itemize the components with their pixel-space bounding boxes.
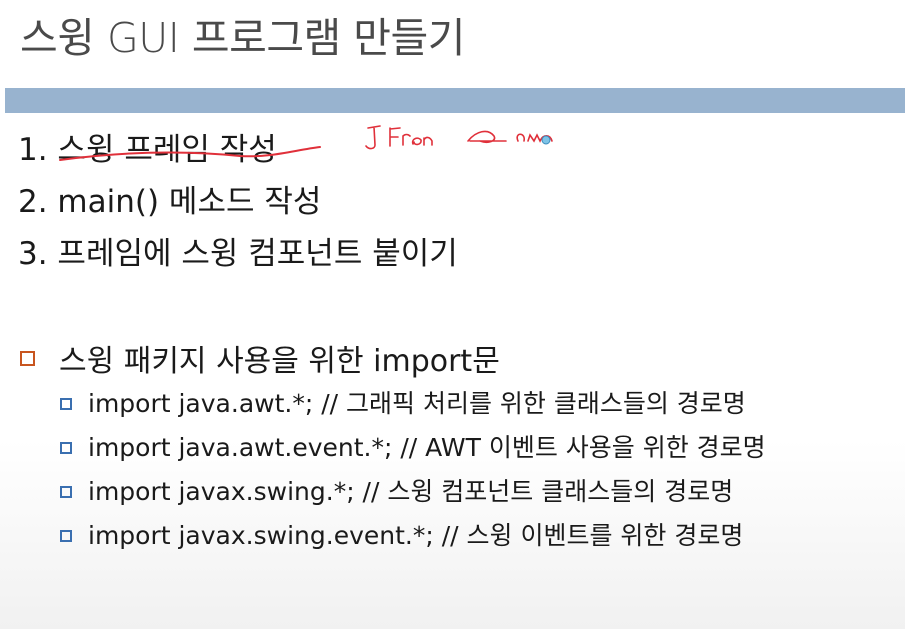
pointer-cursor-dot [541, 135, 551, 145]
step-item: 3. 프레임에 스윙 컴포넌트 붙이기 [18, 236, 458, 272]
list-item: import java.awt.*; // 그래픽 처리를 위한 클래스들의 경… [60, 382, 766, 426]
annotation-arrow [467, 130, 507, 143]
import-line: import java.awt.event.*; // AWT 이벤트 사용을 … [88, 433, 766, 462]
import-line: import javax.swing.event.*; // 스윙 이벤트를 위… [88, 521, 744, 550]
list-item: import java.awt.event.*; // AWT 이벤트 사용을 … [60, 426, 766, 470]
import-line: import java.awt.*; // 그래픽 처리를 위한 클래스들의 경… [88, 389, 746, 418]
import-line: import javax.swing.*; // 스윙 컴포넌트 클래스들의 경… [88, 477, 734, 506]
square-bullet-icon [60, 398, 72, 410]
slide-title: 스윙 GUI 프로그램 만들기 [20, 14, 465, 62]
import-bullet-text: 스윙 패키지 사용을 위한 import문 [59, 344, 500, 379]
square-bullet-icon [60, 530, 72, 542]
list-item: import javax.swing.*; // 스윙 컴포넌트 클래스들의 경… [60, 470, 766, 514]
annotation-scribble [516, 133, 553, 143]
square-bullet-icon [20, 350, 35, 366]
import-bullet: 스윙 패키지 사용을 위한 import문 [18, 336, 500, 380]
list-item: import javax.swing.event.*; // 스윙 이벤트를 위… [60, 514, 766, 558]
import-sub-list: import java.awt.*; // 그래픽 처리를 위한 클래스들의 경… [60, 382, 766, 558]
step-item: 1. 스윙 프레임 작성 [18, 132, 277, 168]
title-divider-bar [5, 88, 905, 113]
steps-list: 1. 스윙 프레임 작성 2. main() 메소드 작성 3. 프레임에 스윙… [18, 124, 458, 280]
step-item: 2. main() 메소드 작성 [18, 184, 322, 220]
square-bullet-icon [60, 442, 72, 454]
square-bullet-icon [60, 486, 72, 498]
